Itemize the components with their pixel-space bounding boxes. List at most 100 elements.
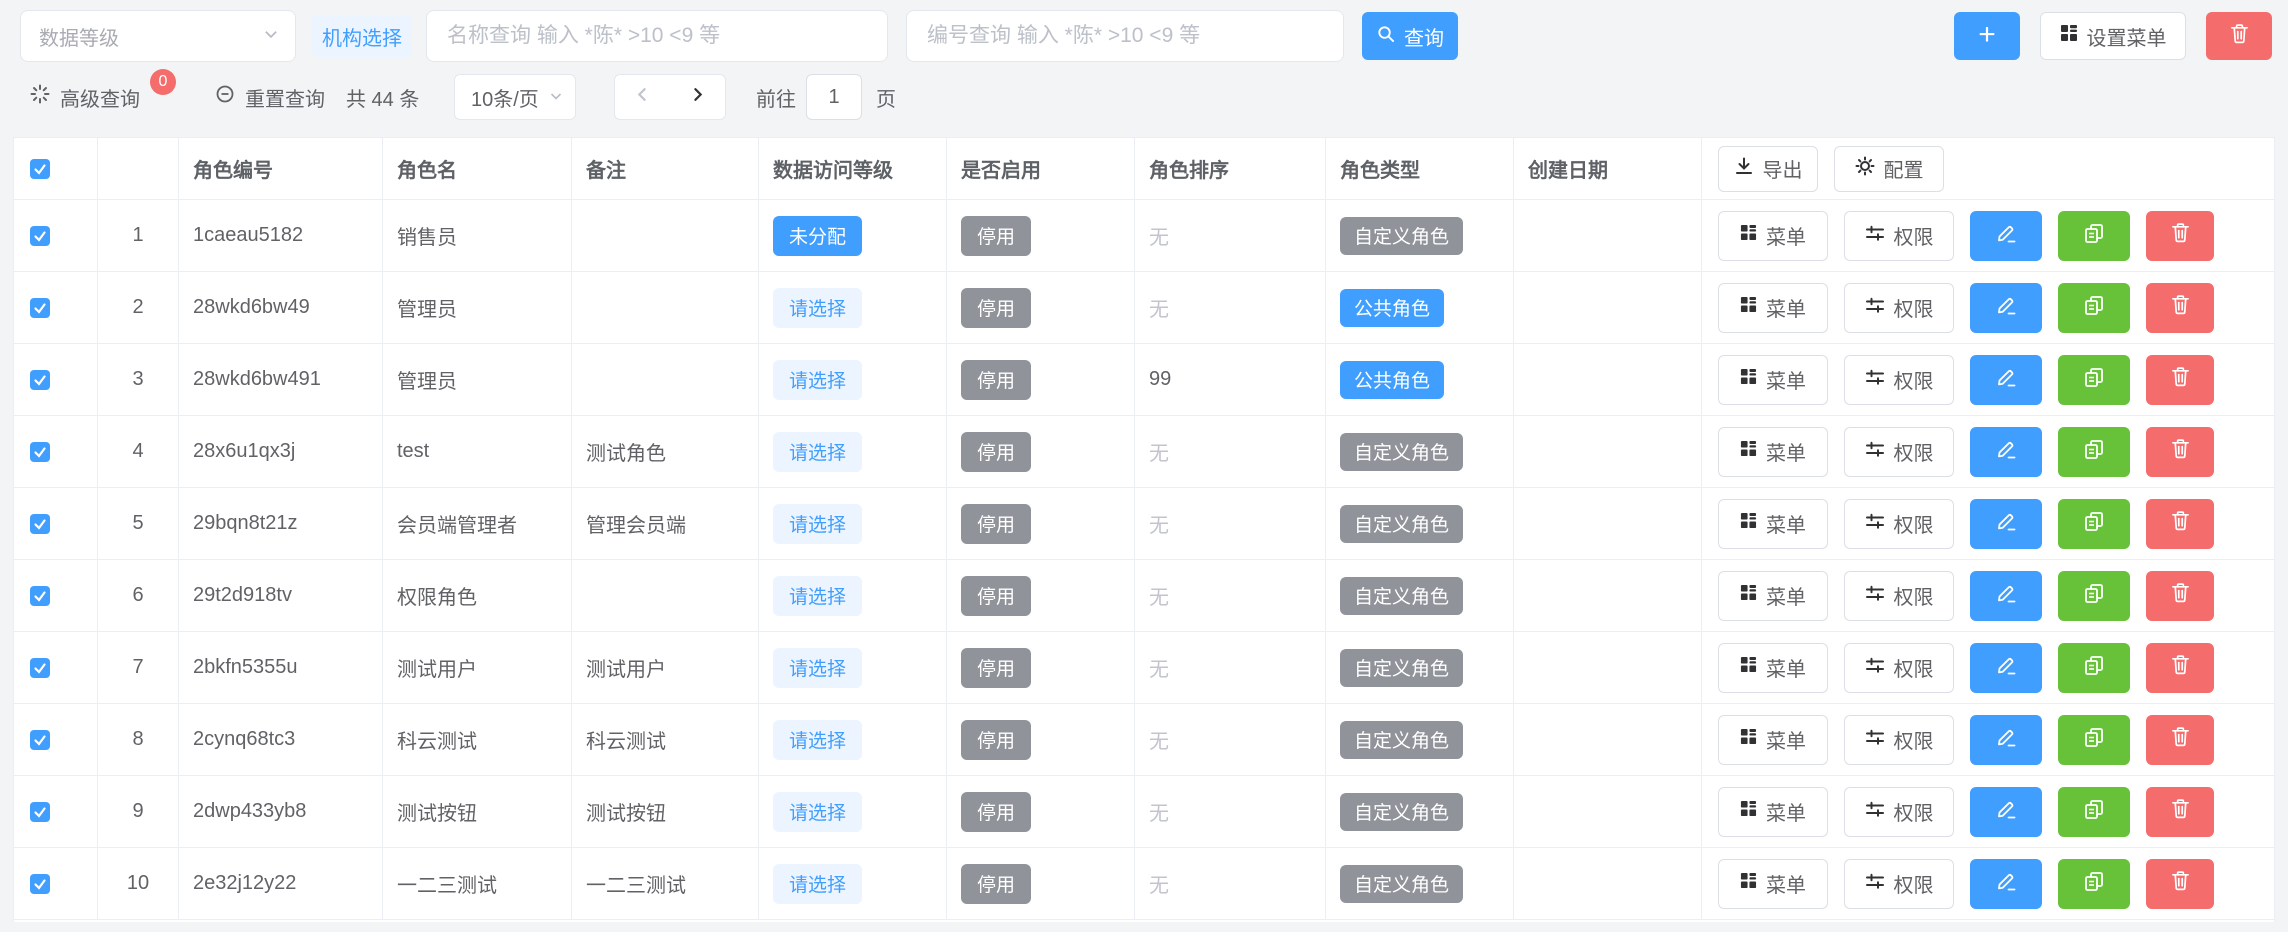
search-button[interactable]: 查询 [1362,12,1458,60]
enabled-button[interactable]: 停用 [961,720,1031,760]
row-edit-button[interactable] [1970,427,2042,477]
access-level-button[interactable]: 请选择 [773,720,862,760]
name-search-input[interactable] [426,10,888,62]
next-page-button[interactable] [689,86,706,109]
row-menu-button[interactable]: 菜单 [1718,571,1828,621]
row-checkbox[interactable] [30,226,50,246]
row-copy-button[interactable] [2058,859,2130,909]
access-level-button[interactable]: 请选择 [773,360,862,400]
row-checkbox[interactable] [30,802,50,822]
row-checkbox[interactable] [30,514,50,534]
row-perm-button[interactable]: 权限 [1844,427,1954,477]
row-perm-button[interactable]: 权限 [1844,859,1954,909]
reset-query-button[interactable]: 重置查询 [214,74,325,120]
row-menu-button[interactable]: 菜单 [1718,787,1828,837]
access-level-button[interactable]: 未分配 [773,216,862,256]
row-delete-button[interactable] [2146,211,2214,261]
row-menu-button[interactable]: 菜单 [1718,715,1828,765]
row-menu-button[interactable]: 菜单 [1718,643,1828,693]
row-checkbox[interactable] [30,730,50,750]
row-checkbox[interactable] [30,586,50,606]
row-perm-button[interactable]: 权限 [1844,643,1954,693]
row-checkbox[interactable] [30,874,50,894]
access-level-button[interactable]: 请选择 [773,864,862,904]
enabled-button[interactable]: 停用 [961,648,1031,688]
row-menu-button[interactable]: 菜单 [1718,859,1828,909]
row-edit-button[interactable] [1970,787,2042,837]
row-edit-button[interactable] [1970,211,2042,261]
row-delete-button[interactable] [2146,859,2214,909]
enabled-button[interactable]: 停用 [961,576,1031,616]
access-level-button[interactable]: 请选择 [773,792,862,832]
row-checkbox[interactable] [30,370,50,390]
row-perm-button[interactable]: 权限 [1844,571,1954,621]
row-menu-button[interactable]: 菜单 [1718,499,1828,549]
row-edit-button[interactable] [1970,499,2042,549]
row-delete-button[interactable] [2146,715,2214,765]
row-copy-button[interactable] [2058,355,2130,405]
org-select-button[interactable]: 机构选择 [312,15,412,57]
row-edit-button[interactable] [1970,571,2042,621]
row-edit-button[interactable] [1970,283,2042,333]
row-delete-button[interactable] [2146,787,2214,837]
enabled-button[interactable]: 停用 [961,288,1031,328]
enabled-button[interactable]: 停用 [961,864,1031,904]
row-perm-button[interactable]: 权限 [1844,211,1954,261]
page-size-select[interactable]: 10条/页 [454,74,576,120]
row-checkbox[interactable] [30,442,50,462]
table-row: 6 29t2d918tv 权限角色 请选择 停用 无 自定义角色 菜单 [14,560,2274,632]
enabled-button[interactable]: 停用 [961,360,1031,400]
export-button[interactable]: 导出 [1718,146,1818,192]
row-delete-button[interactable] [2146,283,2214,333]
row-copy-button[interactable] [2058,283,2130,333]
row-edit-button[interactable] [1970,715,2042,765]
enabled-button[interactable]: 停用 [961,216,1031,256]
row-copy-button[interactable] [2058,643,2130,693]
access-level-button[interactable]: 请选择 [773,648,862,688]
row-edit-button[interactable] [1970,643,2042,693]
row-menu-button[interactable]: 菜单 [1718,427,1828,477]
row-menu-button[interactable]: 菜单 [1718,283,1828,333]
menu-setting-button[interactable]: 设置菜单 [2040,12,2186,60]
row-perm-button[interactable]: 权限 [1844,787,1954,837]
row-delete-button[interactable] [2146,643,2214,693]
row-copy-button[interactable] [2058,211,2130,261]
row-index: 5 [98,488,179,560]
row-checkbox[interactable] [30,658,50,678]
row-delete-button[interactable] [2146,355,2214,405]
access-level-button[interactable]: 请选择 [773,432,862,472]
advanced-query-button[interactable]: 高级查询 0 [29,74,140,120]
row-copy-button[interactable] [2058,787,2130,837]
row-perm-button[interactable]: 权限 [1844,499,1954,549]
access-level-button[interactable]: 请选择 [773,504,862,544]
row-copy-button[interactable] [2058,571,2130,621]
row-perm-button[interactable]: 权限 [1844,715,1954,765]
config-button[interactable]: 配置 [1834,146,1944,192]
row-perm-button[interactable]: 权限 [1844,355,1954,405]
row-edit-button[interactable] [1970,859,2042,909]
data-level-select[interactable]: 数据等级 [20,10,296,62]
table-row: 3 28wkd6bw491 管理员 请选择 停用 99 公共角色 菜单 [14,344,2274,416]
row-menu-button[interactable]: 菜单 [1718,355,1828,405]
prev-page-button[interactable] [634,86,651,109]
row-delete-button[interactable] [2146,499,2214,549]
row-menu-button[interactable]: 菜单 [1718,211,1828,261]
goto-page-input[interactable] [806,74,862,120]
access-level-button[interactable]: 请选择 [773,288,862,328]
row-edit-button[interactable] [1970,355,2042,405]
row-checkbox[interactable] [30,298,50,318]
code-search-input[interactable] [906,10,1344,62]
row-copy-button[interactable] [2058,715,2130,765]
enabled-button[interactable]: 停用 [961,504,1031,544]
row-copy-button[interactable] [2058,499,2130,549]
row-copy-button[interactable] [2058,427,2130,477]
add-button[interactable]: + [1954,12,2020,60]
batch-delete-button[interactable] [2206,12,2272,60]
enabled-button[interactable]: 停用 [961,792,1031,832]
row-delete-button[interactable] [2146,427,2214,477]
row-perm-button[interactable]: 权限 [1844,283,1954,333]
row-delete-button[interactable] [2146,571,2214,621]
enabled-button[interactable]: 停用 [961,432,1031,472]
access-level-button[interactable]: 请选择 [773,576,862,616]
select-all-checkbox[interactable] [30,159,50,179]
